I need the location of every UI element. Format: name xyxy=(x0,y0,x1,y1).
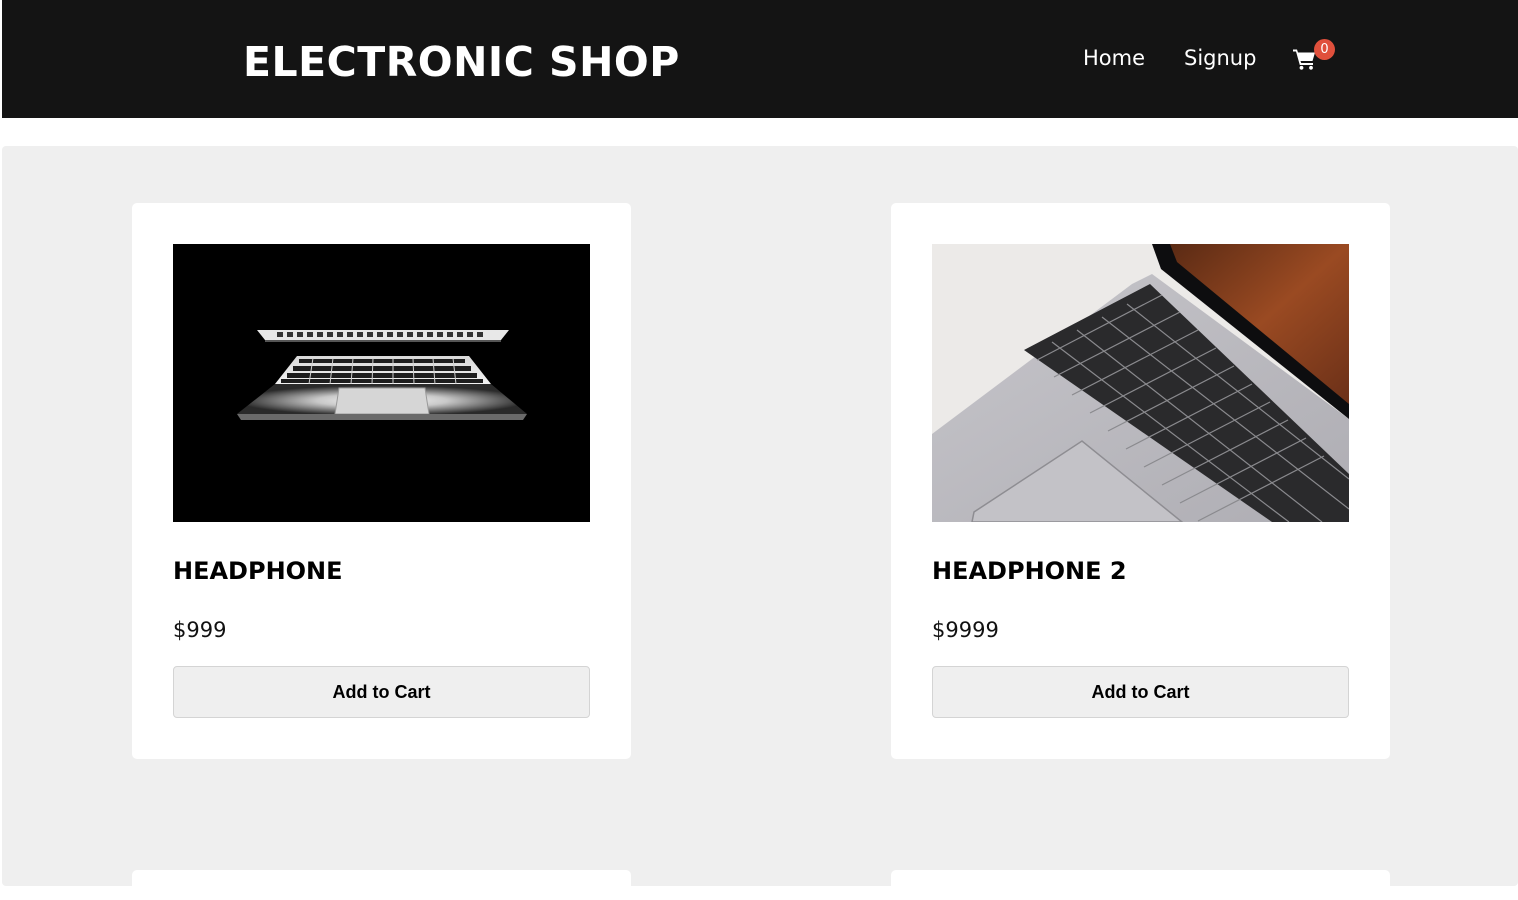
product-image xyxy=(932,244,1349,522)
add-to-cart-button[interactable]: Add to Cart xyxy=(932,666,1349,718)
product-card-partial xyxy=(891,870,1390,900)
product-price: $9999 xyxy=(932,618,999,642)
product-card: HEADPHONE $999 Add to Cart xyxy=(132,203,631,759)
product-image xyxy=(173,244,590,522)
product-title[interactable]: HEADPHONE xyxy=(173,557,343,585)
brand-title[interactable]: ELECTRONIC SHOP xyxy=(243,38,680,86)
navbar: ELECTRONIC SHOP Home Signup 0 xyxy=(2,0,1518,118)
product-price: $999 xyxy=(173,618,227,642)
add-to-cart-button[interactable]: Add to Cart xyxy=(173,666,590,718)
product-card: HEADPHONE 2 $9999 Add to Cart xyxy=(891,203,1390,759)
nav-link-signup[interactable]: Signup xyxy=(1184,46,1256,70)
product-grid: HEADPHONE $999 Add to Cart HEADPHONE 2 $… xyxy=(2,146,1518,900)
cart-count-badge: 0 xyxy=(1314,39,1335,60)
nav-link-home[interactable]: Home xyxy=(1083,46,1145,70)
cart-button[interactable]: 0 xyxy=(1293,39,1335,74)
product-title[interactable]: HEADPHONE 2 xyxy=(932,557,1127,585)
product-card-partial xyxy=(132,870,631,900)
